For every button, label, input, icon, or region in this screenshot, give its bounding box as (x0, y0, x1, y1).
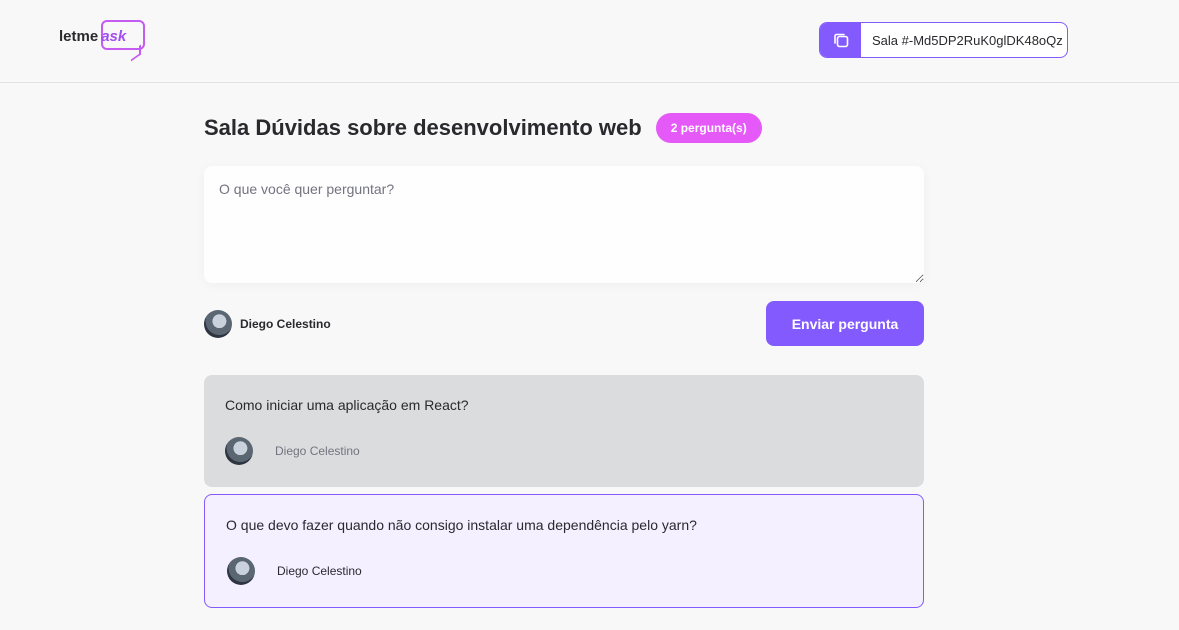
question-card: Como iniciar uma aplicação em React? Die… (204, 375, 924, 487)
copy-icon (833, 33, 848, 48)
question-input[interactable] (204, 166, 924, 283)
room-code-label: Sala #-Md5DP2RuK0glDK48oQz (872, 32, 1063, 48)
copy-icon-box (820, 23, 861, 57)
avatar (227, 557, 255, 585)
user-info: Diego Celestino (204, 310, 331, 338)
author-name: Diego Celestino (277, 564, 362, 578)
page-header: letme ask Sala #-Md5DP2RuK0glDK48oQz (0, 0, 1179, 83)
question-text: O que devo fazer quando não consigo inst… (226, 517, 697, 533)
question-text: Como iniciar uma aplicação em React? (225, 397, 469, 413)
question-author: Diego Celestino (227, 557, 362, 585)
avatar (204, 310, 232, 338)
question-card: O que devo fazer quando não consigo inst… (204, 494, 924, 608)
form-footer: Diego Celestino Enviar pergunta (204, 301, 924, 346)
room-code-button[interactable]: Sala #-Md5DP2RuK0glDK48oQz (819, 22, 1068, 58)
logo-main-text: letme (59, 28, 99, 45)
page-title: Sala Dúvidas sobre desenvolvimento web (204, 115, 642, 140)
question-count-badge: 2 pergunta(s) (655, 113, 762, 143)
send-question-button[interactable]: Enviar pergunta (766, 301, 924, 346)
author-name: Diego Celestino (275, 444, 360, 458)
letmeask-logo[interactable]: letme ask (59, 18, 149, 62)
user-name: Diego Celestino (240, 317, 331, 331)
room-title-row: Sala Dúvidas sobre desenvolvimento web 2… (204, 113, 762, 143)
avatar (225, 437, 253, 465)
logo-accent-text: ask (101, 28, 127, 45)
logo-text: letme ask (59, 28, 126, 45)
question-author: Diego Celestino (225, 437, 360, 465)
